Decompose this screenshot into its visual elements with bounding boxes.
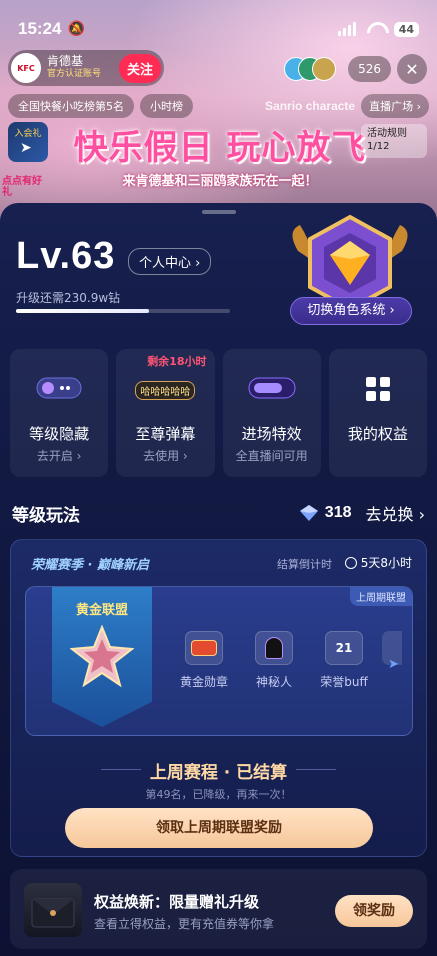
league-name: 黄金联盟 <box>75 603 128 618</box>
card-supreme-danmaku[interactable]: 剩余18小时 哈哈哈哈哈 至尊弹幕 去使用 › <box>116 349 215 477</box>
card-title: 等级隐藏 <box>29 425 90 443</box>
danmaku-icon: 哈哈哈哈哈 <box>135 381 196 400</box>
signal-icon <box>337 22 356 36</box>
sheet-grabber[interactable] <box>202 210 236 214</box>
host-info[interactable]: KFC 肯德基 官方认证账号 关注 <box>8 50 164 86</box>
host-verified-tag: 官方认证账号 <box>47 69 102 79</box>
card-title: 我的权益 <box>347 425 408 443</box>
host-avatar[interactable]: KFC <box>11 53 41 83</box>
switch-role-button[interactable]: 切换角色系统 › <box>290 297 412 325</box>
banner-title: 快乐假日 玩心放飞 <box>73 128 367 168</box>
personal-center-button[interactable]: 个人中心 › <box>128 248 212 275</box>
star-badge-icon <box>69 624 135 693</box>
countdown-label: 结算倒计时 <box>277 558 332 571</box>
reward-label: 神秘人 <box>255 675 292 689</box>
card-title: 进场特效 <box>241 425 302 443</box>
hour-rank-chip[interactable]: 小时榜 <box>140 94 193 118</box>
rule-card-page: 1/12 <box>367 141 390 152</box>
card-level-hide[interactable]: 等级隐藏 去开启 › <box>10 349 109 477</box>
remaining-time-badge: 剩余18小时 <box>147 355 207 368</box>
card-action: 全直播间可用 <box>235 449 308 463</box>
promo-subtitle: 查看立得权益，更有充值券等你拿 <box>94 917 275 931</box>
tap-gift-bubble[interactable]: 点点有好礼 <box>2 176 42 198</box>
gem-count: 318 <box>324 504 352 521</box>
wifi-icon <box>366 22 384 36</box>
gift-envelope-icon <box>24 883 82 937</box>
level-title: Lv.63 <box>16 235 116 277</box>
claim-league-reward-button[interactable]: 领取上周期联盟奖励 <box>65 808 373 848</box>
card-title: 至尊弹幕 <box>135 425 196 443</box>
member-gift-badge[interactable]: 入会礼 ➤ <box>8 122 48 162</box>
league-card: 荣耀赛季 · 巅峰新启 结算倒计时 5天8小时 上周期联盟 黄金联盟 黄金勋章 … <box>10 539 427 857</box>
honor-buff-value: 21 <box>335 641 353 655</box>
member-gift-label: 入会礼 <box>14 129 42 139</box>
mystery-icon <box>255 631 293 665</box>
arrow-icon: ➤ <box>20 140 32 156</box>
level-progress-bar <box>16 309 230 313</box>
viewer-avatar[interactable] <box>312 57 337 81</box>
reward-label: 荣誉buff <box>320 675 368 689</box>
level-play-title: 等级玩法 <box>12 506 80 526</box>
upgrade-text: 升级还需230.9w钻 <box>16 291 121 305</box>
honor-buff-icon: 21 <box>325 631 363 665</box>
status-bar: 15:24 🔕 44 <box>0 14 437 44</box>
live-plaza-button[interactable]: 直播广场 › <box>361 94 429 118</box>
gem-exchange[interactable]: 318 去兑换 › <box>299 501 425 525</box>
activity-rule-card[interactable]: 活动规则 1/12 <box>361 124 427 158</box>
card-action[interactable]: 去使用 › <box>116 447 214 464</box>
gold-medal-icon <box>185 631 223 665</box>
promo-title: 权益焕新：限量赠礼升级 <box>94 893 260 911</box>
card-action[interactable]: 去开启 › <box>10 447 108 464</box>
mute-bell-icon: 🔕 <box>67 21 85 37</box>
viewer-count[interactable]: 526 <box>348 56 391 82</box>
battery-icon: 44 <box>393 21 419 37</box>
entry-effect-icon <box>248 377 296 403</box>
season-title: 荣耀赛季 · 巅峰新启 <box>31 558 149 573</box>
level-sheet: Lv.63 个人中心 › 升级还需230.9w钻 切换角色系统 › 等级隐藏 去… <box>0 203 437 956</box>
reward-label: 黄金勋章 <box>179 675 228 689</box>
diamond-icon <box>299 505 318 521</box>
card-entry-effect[interactable]: 进场特效 全直播间可用 <box>222 349 321 477</box>
status-time: 15:24 <box>18 19 62 38</box>
reward-item[interactable]: 神秘人 <box>244 631 304 690</box>
hide-icon <box>36 377 82 403</box>
follow-button[interactable]: 关注 <box>118 53 161 83</box>
banner-subtitle: 来肯德基和三丽鸥家族玩在一起！ <box>122 174 318 189</box>
reward-item[interactable]: 黄金勋章 <box>174 631 234 690</box>
result-title: 上周赛程 · 已结算 <box>149 763 288 783</box>
grid-icon <box>365 377 390 405</box>
reward-item[interactable]: 21 荣誉buff <box>314 631 374 690</box>
claim-reward-button[interactable]: 领奖励 <box>335 895 413 927</box>
card-my-benefits[interactable]: 我的权益 <box>328 349 427 477</box>
result-subtitle: 第49名，已降级，再来一次！ <box>145 788 292 801</box>
rank-chip[interactable]: 全国快餐小吃榜第5名 <box>8 94 134 118</box>
last-period-tag: 上周期联盟 <box>350 587 412 606</box>
league-panel[interactable]: 上周期联盟 黄金联盟 黄金勋章 神秘人 21 荣誉buff ➤ <box>25 586 413 736</box>
danmaku-bubble: 哈哈哈哈哈 <box>135 381 196 400</box>
close-icon[interactable]: ✕ <box>397 54 427 84</box>
countdown-text: 5天8小时 <box>360 556 412 570</box>
exchange-link[interactable]: 去兑换 › <box>366 501 426 525</box>
rule-card-title: 活动规则 <box>367 128 407 139</box>
promo-card[interactable]: 权益焕新：限量赠礼升级 查看立得权益，更有充值券等你拿 领奖励 <box>10 869 427 949</box>
chevron-right-icon[interactable]: ➤ <box>388 657 399 672</box>
host-name: 肯德基 <box>47 54 84 68</box>
sanrio-text: Sanrio characte <box>265 99 356 113</box>
clock-icon <box>344 556 357 569</box>
level-progress-fill <box>16 309 149 313</box>
countdown-value: 5天8小时 <box>344 554 412 571</box>
